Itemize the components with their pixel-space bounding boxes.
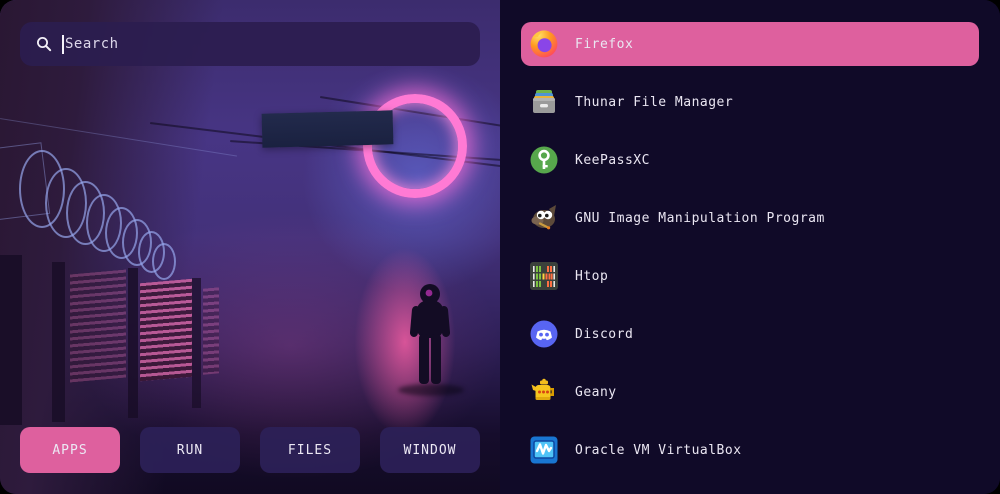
tab-run[interactable]: RUN [140,427,240,473]
wall-post [52,262,65,422]
keepassxc-icon [529,145,559,175]
app-label: Geany [575,385,617,400]
app-label: Thunar File Manager [575,95,733,110]
gimp-icon [529,203,559,233]
wall-post [128,268,138,418]
search-input[interactable]: Search [20,22,480,66]
virtualbox-icon [529,435,559,465]
geany-icon [529,377,559,407]
app-row-thunar[interactable]: Thunar File Manager [521,80,979,124]
app-row-geany[interactable]: Geany [521,370,979,414]
search-placeholder: Search [65,36,119,52]
tab-files[interactable]: FILES [260,427,360,473]
text-caret [62,35,64,54]
app-row-virtualbox[interactable]: Oracle VM VirtualBox [521,428,979,472]
wallpaper-scene: Search APPS RUN FILES WINDOW [0,0,500,494]
app-label: Firefox [575,37,633,52]
app-row-firefox[interactable]: Firefox [521,22,979,66]
search-icon [36,36,52,52]
shutter-door [203,287,219,374]
app-row-discord[interactable]: Discord [521,312,979,356]
firefox-icon [529,29,559,59]
mode-tabs: APPS RUN FILES WINDOW [20,427,480,473]
wall-post [192,278,201,408]
launcher-window: Search APPS RUN FILES WINDOW Firefox [0,0,1000,494]
app-row-gimp[interactable]: GNU Image Manipulation Program [521,196,979,240]
astronaut-silhouette [408,280,452,392]
app-list: Firefox Thunar File Manager KeePassXC [500,0,1000,494]
app-label: Discord [575,327,633,342]
shutter-door [70,270,126,383]
htop-icon [529,261,559,291]
tab-window[interactable]: WINDOW [380,427,480,473]
app-row-htop[interactable]: Htop [521,254,979,298]
app-label: Oracle VM VirtualBox [575,443,742,458]
app-row-keepassxc[interactable]: KeePassXC [521,138,979,182]
shutter-door [140,279,192,382]
thunar-icon [529,87,559,117]
discord-icon [529,319,559,349]
app-label: GNU Image Manipulation Program [575,211,825,226]
neon-ring [363,94,467,198]
neon-hoop [152,243,176,280]
wall-post [0,255,22,425]
tab-apps[interactable]: APPS [20,427,120,473]
sign-board [262,110,394,147]
app-label: KeePassXC [575,153,650,168]
app-label: Htop [575,269,608,284]
